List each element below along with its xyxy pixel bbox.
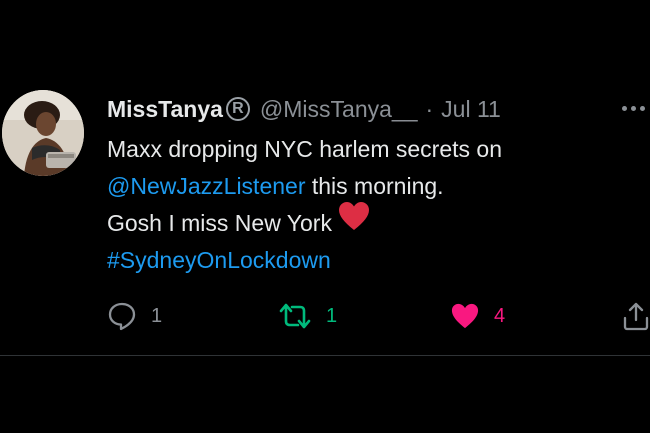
share-icon bbox=[623, 302, 649, 331]
reply-count: 1 bbox=[151, 304, 163, 327]
hashtag-link[interactable]: #SydneyOnLockdown bbox=[107, 247, 331, 273]
tweet-text-line-3-text: Gosh I miss New York bbox=[107, 210, 332, 236]
retweet-icon bbox=[279, 303, 311, 329]
separator-dot: · bbox=[425, 95, 434, 122]
like-button[interactable]: 4 bbox=[450, 298, 505, 334]
mention-link[interactable]: @NewJazzListener bbox=[107, 173, 305, 199]
tweet-text: Maxx dropping NYC harlem secrets on @New… bbox=[107, 131, 627, 279]
like-count: 4 bbox=[494, 304, 506, 327]
user-handle[interactable]: @MissTanya__ bbox=[260, 96, 418, 123]
more-options-button[interactable] bbox=[622, 96, 650, 120]
share-button[interactable] bbox=[622, 298, 650, 334]
registered-badge-icon: R bbox=[225, 97, 250, 121]
tweet-text-line-1: Maxx dropping NYC harlem secrets on bbox=[107, 136, 502, 162]
tweet-actions: 1 1 4 bbox=[0, 298, 650, 334]
retweet-button[interactable]: 1 bbox=[278, 298, 337, 334]
red-heart-emoji bbox=[338, 201, 370, 242]
more-horizontal-icon bbox=[622, 105, 627, 111]
display-name[interactable]: MissTanya bbox=[107, 96, 223, 123]
tweet-header: MissTanya R @MissTanya__ · Jul 11 bbox=[107, 94, 501, 124]
reply-button[interactable]: 1 bbox=[107, 298, 162, 334]
tweet[interactable]: MissTanya R @MissTanya__ · Jul 11 Maxx d… bbox=[0, 0, 650, 355]
tweet-text-line-4: #SydneyOnLockdown bbox=[107, 242, 627, 279]
avatar[interactable] bbox=[2, 90, 84, 176]
tweet-text-line-2: @NewJazzListener this morning. bbox=[107, 168, 627, 205]
heart-icon bbox=[451, 303, 479, 329]
reply-bubble-icon bbox=[108, 302, 136, 331]
tweet-date[interactable]: Jul 11 bbox=[441, 96, 501, 123]
retweet-count: 1 bbox=[326, 304, 338, 327]
tweet-divider bbox=[0, 355, 650, 356]
more-horizontal-icon bbox=[640, 105, 645, 111]
tweet-text-line-3: Gosh I miss New York bbox=[107, 202, 627, 242]
more-horizontal-icon bbox=[631, 105, 636, 111]
avatar-photo bbox=[2, 90, 84, 176]
tweet-text-line-2-rest: this morning. bbox=[305, 173, 444, 199]
